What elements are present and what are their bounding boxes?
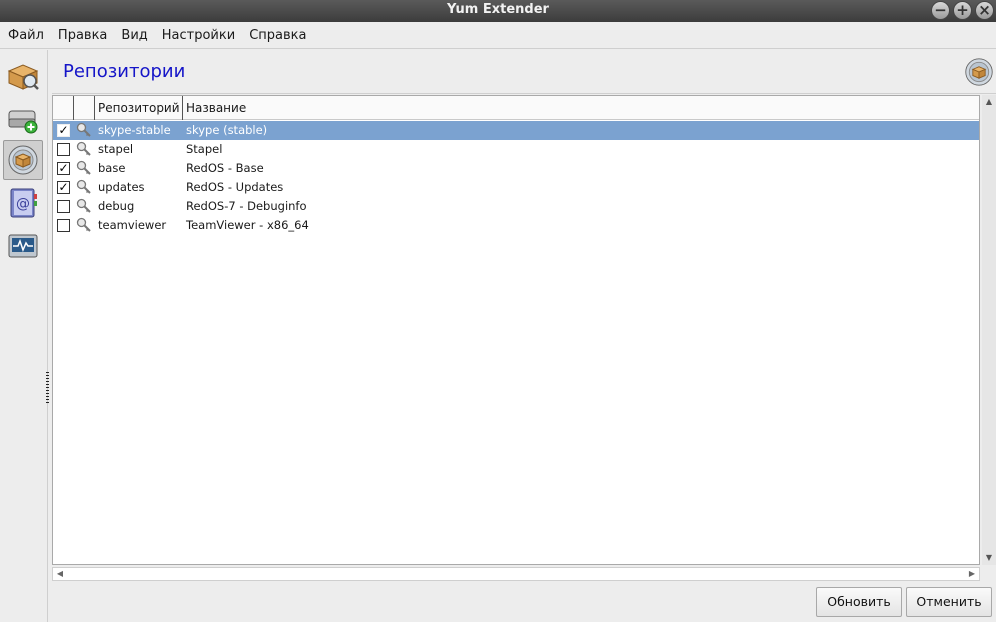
enabled-checkbox[interactable]: ✓	[57, 162, 70, 175]
table-row[interactable]: stapel Stapel	[53, 140, 979, 159]
window-titlebar: Yum Extender − + ×	[0, 0, 996, 22]
packages-icon	[7, 64, 39, 90]
vertical-scrollbar[interactable]: ▲ ▼	[982, 95, 996, 565]
column-repository[interactable]: Репозиторий	[95, 96, 183, 120]
column-icon[interactable]	[74, 96, 95, 120]
enabled-checkbox[interactable]: ✓	[57, 181, 70, 194]
column-enabled[interactable]	[53, 96, 74, 120]
key-icon	[76, 198, 91, 213]
header-separator	[52, 93, 996, 94]
menu-view[interactable]: Вид	[114, 22, 154, 49]
window-title: Yum Extender	[447, 2, 549, 17]
key-icon	[76, 160, 91, 175]
repo-name-cell: RedOS-7 - Debuginfo	[186, 199, 307, 213]
table-row[interactable]: debug RedOS-7 - Debuginfo	[53, 197, 979, 216]
menu-bar: Файл Правка Вид Настройки Справка	[0, 22, 996, 49]
repo-id-cell: stapel	[98, 142, 134, 156]
horizontal-scrollbar[interactable]: ◀ ▶	[52, 567, 980, 581]
repo-name-cell: skype (stable)	[186, 123, 268, 137]
repo-id-cell: skype-stable	[98, 123, 171, 137]
key-icon	[76, 122, 91, 137]
page-title: Репозитории	[63, 61, 186, 82]
add-drive-icon	[8, 110, 38, 134]
repo-name-cell: RedOS - Updates	[186, 180, 284, 194]
scroll-right-icon[interactable]: ▶	[965, 568, 979, 580]
enabled-checkbox[interactable]	[57, 219, 70, 232]
table-row[interactable]: ✓ base RedOS - Base	[53, 159, 979, 178]
enabled-checkbox[interactable]	[57, 143, 70, 156]
table-header: Репозиторий Название	[53, 96, 979, 120]
scroll-down-icon[interactable]: ▼	[982, 551, 996, 565]
minimize-icon[interactable]: −	[931, 1, 950, 20]
sidebar-item-history[interactable]: @	[3, 183, 43, 223]
monitor-icon	[8, 234, 38, 258]
key-icon	[76, 217, 91, 232]
repositories-icon	[8, 145, 38, 175]
enabled-checkbox[interactable]: ✓	[57, 124, 70, 137]
history-book-icon: @	[10, 188, 37, 218]
column-name[interactable]: Название	[183, 96, 979, 120]
close-icon[interactable]: ×	[975, 1, 994, 20]
repository-table: Репозиторий Название ✓ skype-stable skype …	[52, 95, 980, 565]
cancel-button[interactable]: Отменить	[906, 587, 992, 617]
sidebar: @	[0, 50, 49, 622]
menu-edit[interactable]: Правка	[51, 22, 114, 49]
menu-file[interactable]: Файл	[0, 22, 51, 49]
table-row[interactable]: ✓ updates RedOS - Updates	[53, 178, 979, 197]
enabled-checkbox[interactable]	[57, 200, 70, 213]
table-row[interactable]: teamviewer TeamViewer - x86_64	[53, 216, 979, 235]
repo-id-cell: debug	[98, 199, 135, 213]
refresh-button[interactable]: Обновить	[816, 587, 902, 617]
sidebar-item-packages[interactable]	[3, 56, 43, 96]
repositories-header-icon	[964, 57, 994, 90]
scroll-up-icon[interactable]: ▲	[982, 95, 996, 109]
menu-settings[interactable]: Настройки	[155, 22, 242, 49]
sidebar-resize-grip[interactable]	[46, 372, 49, 404]
table-row[interactable]: ✓ skype-stable skype (stable)	[53, 121, 979, 140]
repo-id-cell: teamviewer	[98, 218, 167, 232]
repo-name-cell: TeamViewer - x86_64	[186, 218, 309, 232]
repo-id-cell: base	[98, 161, 126, 175]
sidebar-item-repositories[interactable]	[3, 140, 43, 180]
menu-help[interactable]: Справка	[242, 22, 313, 49]
repo-id-cell: updates	[98, 180, 145, 194]
sidebar-item-add-source[interactable]	[3, 100, 43, 140]
repo-name-cell: RedOS - Base	[186, 161, 264, 175]
maximize-icon[interactable]: +	[953, 1, 972, 20]
key-icon	[76, 179, 91, 194]
svg-text:@: @	[16, 196, 30, 212]
sidebar-item-monitor[interactable]	[3, 227, 43, 267]
repo-name-cell: Stapel	[186, 142, 223, 156]
key-icon	[76, 141, 91, 156]
scroll-left-icon[interactable]: ◀	[53, 568, 67, 580]
